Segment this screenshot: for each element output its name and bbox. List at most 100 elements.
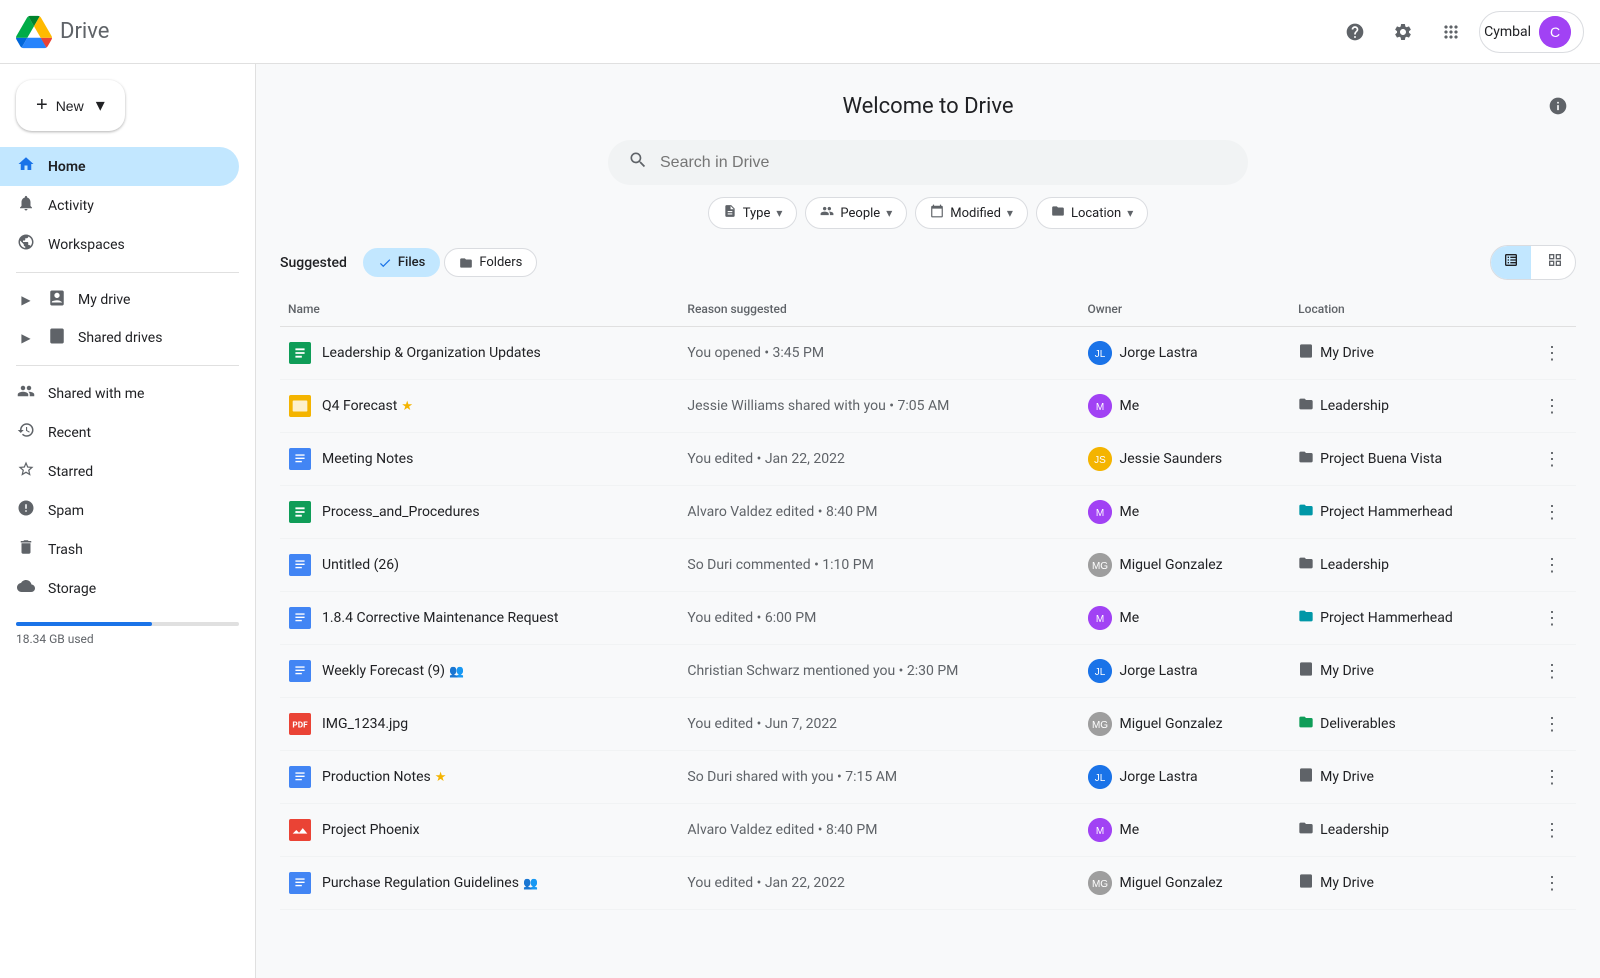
sidebar-item-activity[interactable]: Activity <box>0 186 239 225</box>
support-icon[interactable] <box>1335 12 1375 52</box>
location-folder-icon <box>1298 714 1314 734</box>
location-folder-icon <box>1298 820 1314 840</box>
file-name-cell: PDF IMG_1234.jpg <box>288 712 671 736</box>
type-filter-label: Type <box>743 206 771 221</box>
svg-text:PDF: PDF <box>292 721 308 731</box>
sidebar-item-workspaces[interactable]: Workspaces <box>0 225 239 264</box>
table-row[interactable]: 1.8.4 Corrective Maintenance Request You… <box>280 592 1576 645</box>
list-view-button[interactable] <box>1491 246 1531 279</box>
sidebar-starred-label: Starred <box>48 464 93 480</box>
reason-cell: So Duri commented • 1:10 PM <box>679 539 1079 592</box>
filter-modified[interactable]: Modified ▾ <box>915 197 1028 229</box>
toggle-group: Files Folders <box>363 248 537 277</box>
suggested-left: Suggested Files Folders <box>280 248 537 277</box>
sidebar-item-starred[interactable]: Starred <box>0 452 239 491</box>
more-options-button[interactable]: ⋮ <box>1536 708 1568 740</box>
svg-text:JL: JL <box>1094 773 1105 784</box>
folders-toggle[interactable]: Folders <box>444 248 537 277</box>
grid-view-button[interactable] <box>1535 246 1575 279</box>
new-button[interactable]: + New ▾ <box>16 80 125 131</box>
my-drive-expand-icon: ▶ <box>16 293 36 307</box>
location-name: Project Buena Vista <box>1320 451 1442 467</box>
table-row[interactable]: Production Notes★ So Duri shared with yo… <box>280 751 1576 804</box>
sidebar-item-shared-drives[interactable]: ▶ Shared drives <box>0 319 239 357</box>
recent-icon <box>16 421 36 444</box>
search-bar[interactable] <box>608 140 1248 185</box>
sidebar-activity-label: Activity <box>48 198 94 214</box>
location-folder-icon <box>1298 343 1314 363</box>
logo-text: Drive <box>60 19 109 44</box>
filter-people[interactable]: People ▾ <box>805 197 907 229</box>
sidebar-item-home[interactable]: Home <box>0 147 239 186</box>
svg-text:MG: MG <box>1091 720 1107 731</box>
more-options-button[interactable]: ⋮ <box>1536 602 1568 634</box>
sidebar-item-spam[interactable]: Spam <box>0 491 239 530</box>
svg-text:MG: MG <box>1091 879 1107 890</box>
owner-cell: MG Miguel Gonzalez <box>1088 712 1283 736</box>
trash-icon <box>16 538 36 561</box>
sidebar-item-my-drive[interactable]: ▶ My drive <box>0 281 239 319</box>
filter-type[interactable]: Type ▾ <box>708 197 798 229</box>
file-name: 1.8.4 Corrective Maintenance Request <box>322 610 558 626</box>
more-options-button[interactable]: ⋮ <box>1536 867 1568 899</box>
location-name: Deliverables <box>1320 716 1396 732</box>
settings-icon[interactable] <box>1383 12 1423 52</box>
owner-cell: JS Jessie Saunders <box>1088 447 1283 471</box>
storage-used-text: 18.34 GB used <box>16 632 239 646</box>
more-options-button[interactable]: ⋮ <box>1536 390 1568 422</box>
more-options-button[interactable]: ⋮ <box>1536 549 1568 581</box>
table-row[interactable]: Meeting Notes You edited • Jan 22, 2022 … <box>280 433 1576 486</box>
file-name-cell: Weekly Forecast (9)👥 <box>288 659 671 683</box>
page-title: Welcome to Drive <box>316 94 1540 119</box>
owner-avatar: JL <box>1088 765 1112 789</box>
user-chip[interactable]: Cymbal C <box>1479 11 1584 53</box>
location-cell: My Drive <box>1298 767 1520 787</box>
info-button[interactable] <box>1540 88 1576 124</box>
reason-cell: You edited • Jan 22, 2022 <box>679 857 1079 910</box>
search-input[interactable] <box>660 154 1228 172</box>
owner-avatar: JL <box>1088 659 1112 683</box>
sidebar-my-drive-label: My drive <box>78 292 130 308</box>
table-row[interactable]: Q4 Forecast★ Jessie Williams shared with… <box>280 380 1576 433</box>
table-row[interactable]: PDF IMG_1234.jpg You edited • Jun 7, 202… <box>280 698 1576 751</box>
apps-icon[interactable] <box>1431 12 1471 52</box>
topbar: Drive Cymbal C <box>0 0 1600 64</box>
file-name-cell: Production Notes★ <box>288 765 671 789</box>
sidebar-item-storage[interactable]: Storage <box>0 569 239 608</box>
avatar: C <box>1539 16 1571 48</box>
sidebar-item-recent[interactable]: Recent <box>0 413 239 452</box>
file-name-cell: Purchase Regulation Guidelines👥 <box>288 871 671 895</box>
table-row[interactable]: Project Phoenix Alvaro Valdez edited • 8… <box>280 804 1576 857</box>
filter-location[interactable]: Location ▾ <box>1036 197 1148 229</box>
sidebar-storage-label: Storage <box>48 581 96 597</box>
sidebar-item-shared-with-me[interactable]: Shared with me <box>0 374 239 413</box>
search-icon <box>628 150 648 175</box>
owner-cell: M Me <box>1088 818 1283 842</box>
file-name-cell: Project Phoenix <box>288 818 671 842</box>
table-row[interactable]: Purchase Regulation Guidelines👥 You edit… <box>280 857 1576 910</box>
owner-avatar: M <box>1088 500 1112 524</box>
table-row[interactable]: Process_and_Procedures Alvaro Valdez edi… <box>280 486 1576 539</box>
table-row[interactable]: Weekly Forecast (9)👥 Christian Schwarz m… <box>280 645 1576 698</box>
header-actions <box>1528 292 1576 327</box>
main-content: Welcome to Drive Type ▾ <box>256 64 1600 978</box>
file-name: Purchase Regulation Guidelines👥 <box>322 875 538 891</box>
more-options-button[interactable]: ⋮ <box>1536 761 1568 793</box>
owner-name: Jessie Saunders <box>1120 451 1223 467</box>
sidebar-trash-label: Trash <box>48 542 83 558</box>
more-options-button[interactable]: ⋮ <box>1536 655 1568 687</box>
more-options-button[interactable]: ⋮ <box>1536 814 1568 846</box>
more-options-button[interactable]: ⋮ <box>1536 443 1568 475</box>
owner-name: Jorge Lastra <box>1120 769 1198 785</box>
table-row[interactable]: Untitled (26) So Duri commented • 1:10 P… <box>280 539 1576 592</box>
more-options-button[interactable]: ⋮ <box>1536 337 1568 369</box>
more-options-button[interactable]: ⋮ <box>1536 496 1568 528</box>
table-row[interactable]: Leadership & Organization Updates You op… <box>280 327 1576 380</box>
new-button-label: New <box>56 98 84 114</box>
sidebar-item-trash[interactable]: Trash <box>0 530 239 569</box>
main-header: Welcome to Drive <box>256 64 1600 140</box>
svg-text:M: M <box>1095 402 1103 413</box>
location-name: My Drive <box>1320 663 1374 679</box>
files-toggle[interactable]: Files <box>363 248 440 277</box>
file-name-cell: Leadership & Organization Updates <box>288 341 671 365</box>
